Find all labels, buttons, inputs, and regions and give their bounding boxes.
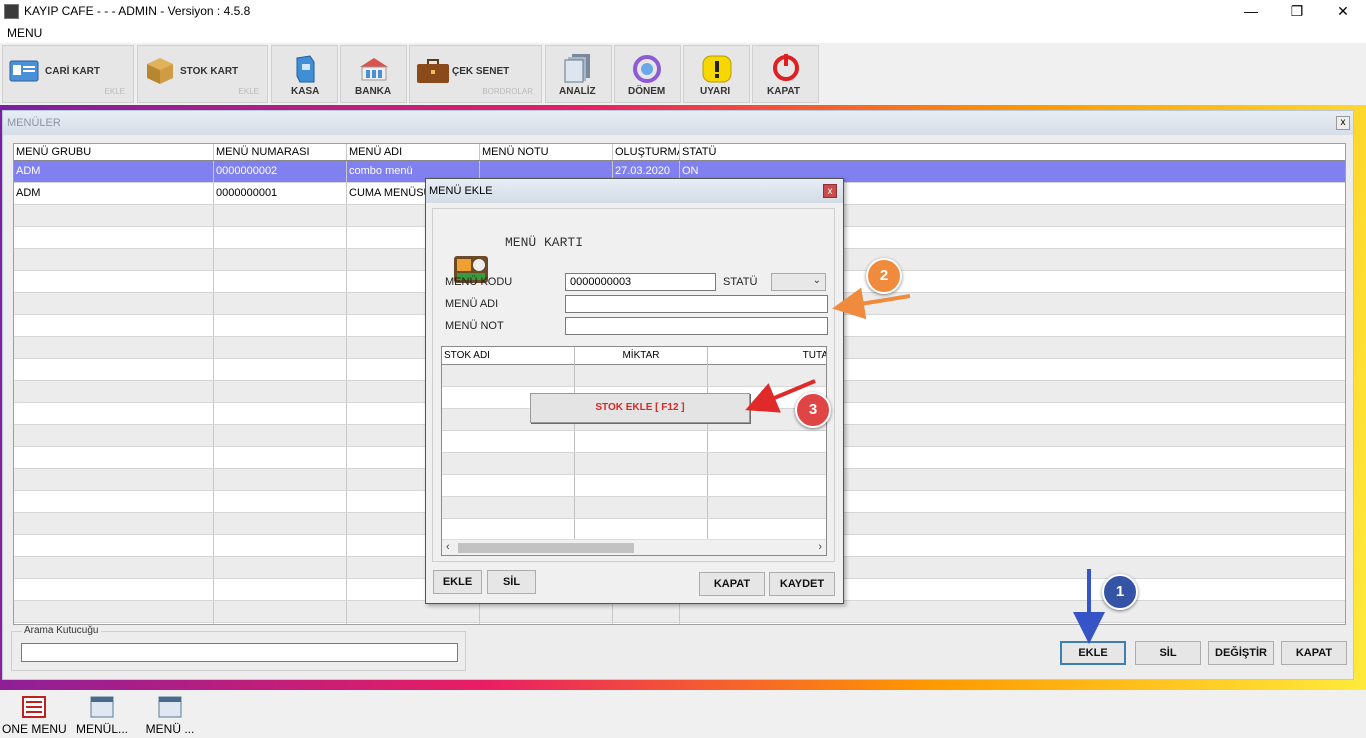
taskbar-label: ONE MENU (2, 722, 66, 736)
annotation-badge-1: 1 (1102, 574, 1138, 610)
taskbar-item-menuler[interactable]: MENÜL... (70, 694, 134, 736)
taskbar-label: MENÜ ... (145, 722, 195, 736)
taskbar-item-one-menu[interactable]: ONE MENU (2, 694, 66, 736)
taskbar-item-menu-ekle[interactable]: MENÜ ... (138, 694, 202, 736)
annotation-arrows (745, 287, 1105, 644)
taskbar: ONE MENU MENÜL... MENÜ ... (0, 690, 1366, 738)
annotation-badge-2: 2 (866, 258, 902, 294)
window-icon (90, 696, 114, 718)
window-icon (158, 696, 182, 718)
menu-document-icon (22, 696, 46, 718)
annotation-badge-3: 3 (795, 392, 831, 428)
taskbar-label: MENÜL... (75, 722, 128, 736)
arrow-2 (832, 287, 911, 320)
